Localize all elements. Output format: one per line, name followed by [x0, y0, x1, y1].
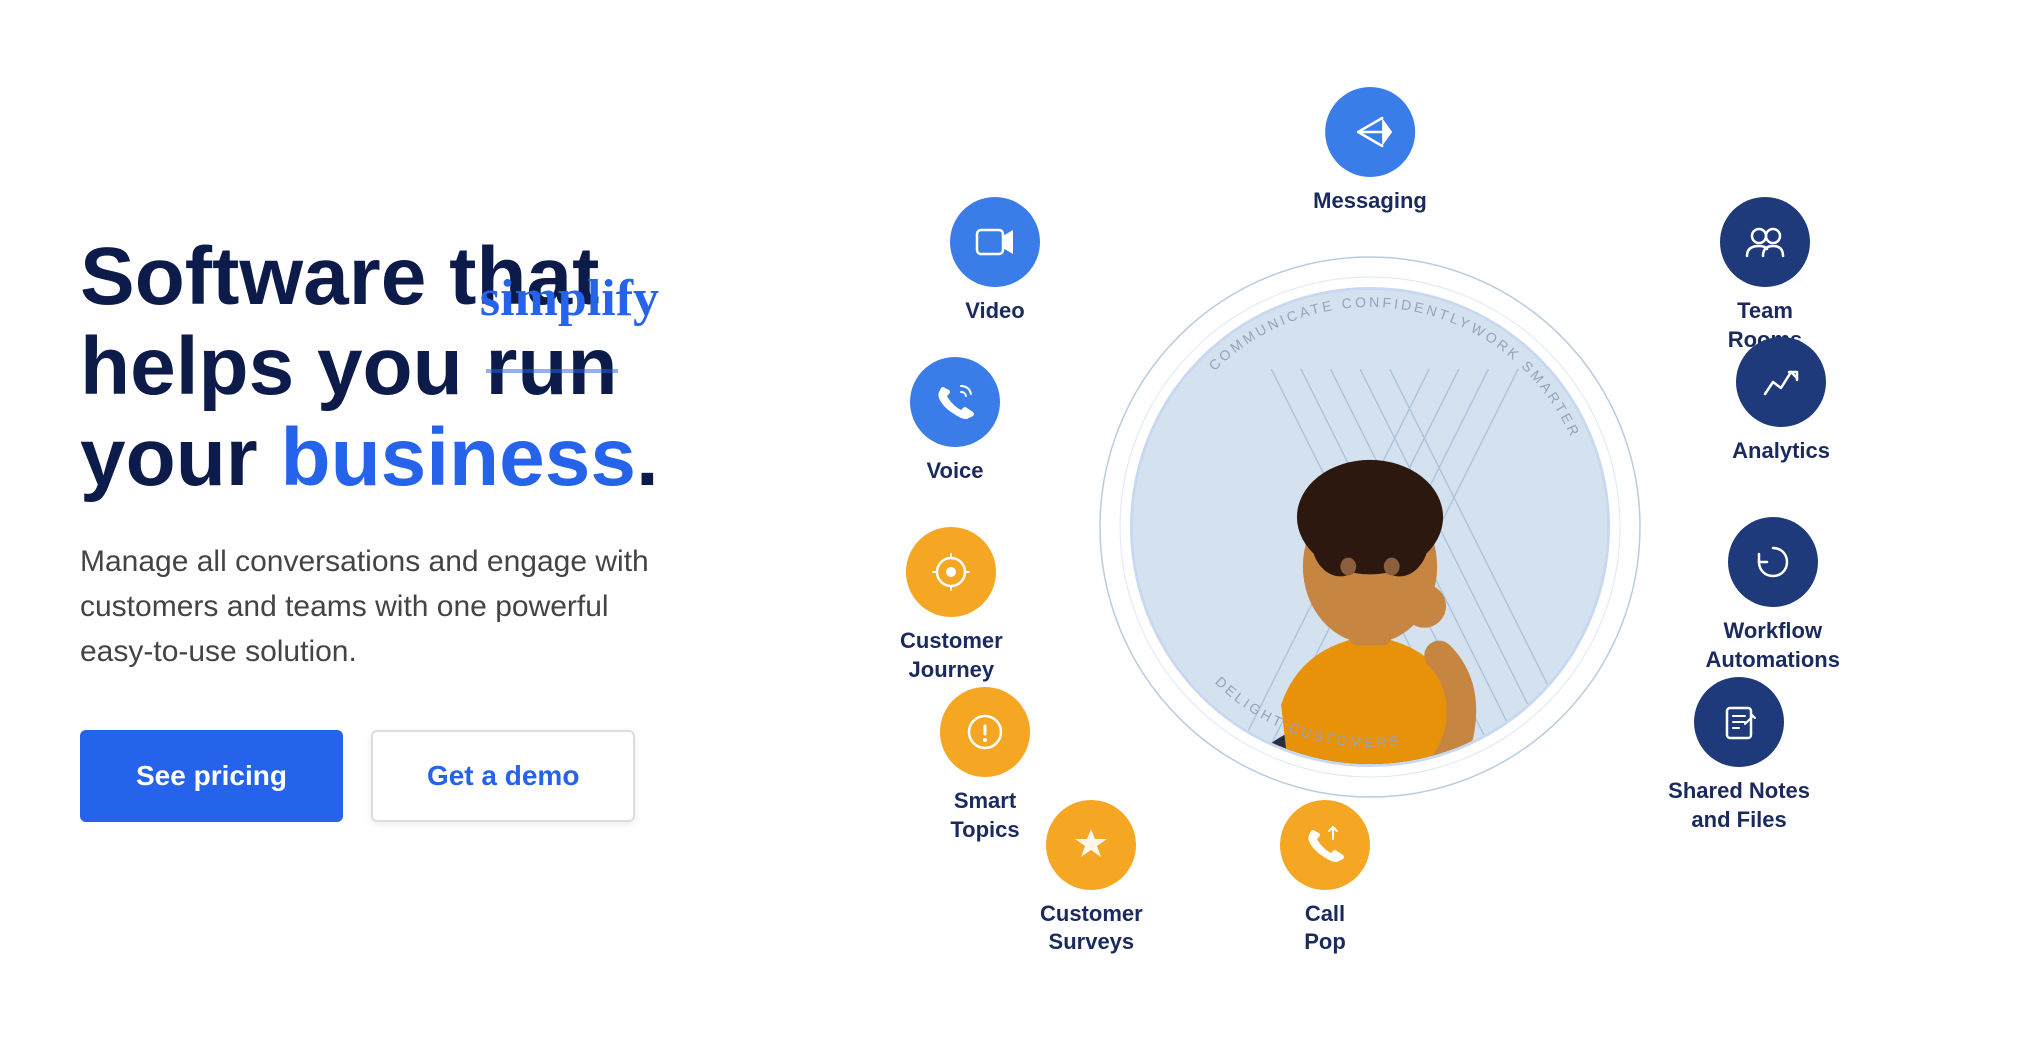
simplify-wrap: runsimplify [486, 322, 618, 412]
teamrooms-icon [1720, 197, 1810, 287]
customerjourney-label: CustomerJourney [900, 627, 1003, 684]
feature-workflow: WorkflowAutomations [1706, 517, 1840, 674]
feature-customersurveys: CustomerSurveys [1040, 800, 1143, 957]
video-label: Video [965, 297, 1025, 326]
callpop-icon [1280, 800, 1370, 890]
headline-line3: your business. [80, 412, 659, 503]
analytics-label: Analytics [1732, 437, 1830, 466]
feature-sharednotes: Shared Notesand Files [1668, 677, 1810, 834]
analytics-icon [1736, 337, 1826, 427]
feature-diagram: COMMUNICATE CONFIDENTLY WORK SMARTER DEL… [780, 0, 1960, 1054]
voice-label: Voice [926, 457, 983, 486]
button-row: See pricing Get a demo [80, 730, 720, 822]
sharednotes-label: Shared Notesand Files [1668, 777, 1810, 834]
feature-analytics: Analytics [1732, 337, 1830, 466]
messaging-label: Messaging [1313, 187, 1427, 216]
run-word: run [486, 322, 618, 412]
subtitle: Manage all conversations and engage with… [80, 539, 720, 674]
customersurveys-icon [1046, 800, 1136, 890]
sharednotes-icon [1694, 677, 1784, 767]
center-person-circle [1130, 287, 1610, 767]
person-image [1133, 290, 1607, 764]
video-icon [950, 197, 1040, 287]
feature-callpop: CallPop [1280, 800, 1370, 957]
customersurveys-label: CustomerSurveys [1040, 900, 1143, 957]
headline: Software that helps you runsimplify your… [80, 232, 720, 503]
callpop-label: CallPop [1304, 900, 1346, 957]
person-svg [1133, 290, 1607, 764]
feature-customerjourney: CustomerJourney [900, 527, 1003, 684]
business-word: business [280, 412, 635, 503]
feature-messaging: Messaging [1313, 87, 1427, 216]
diagram-wrapper: COMMUNICATE CONFIDENTLY WORK SMARTER DEL… [920, 67, 1820, 987]
workflow-icon [1728, 517, 1818, 607]
feature-smarttopics: SmartTopics [940, 687, 1030, 844]
get-demo-button[interactable]: Get a demo [371, 730, 635, 822]
left-content: Software that helps you runsimplify your… [80, 232, 780, 822]
feature-video: Video [950, 197, 1040, 326]
headline-line2: helps you runsimplify [80, 321, 618, 412]
voice-icon [910, 357, 1000, 447]
messaging-icon [1325, 87, 1415, 177]
customerjourney-icon [906, 527, 996, 617]
feature-teamrooms: TeamRooms [1720, 197, 1810, 354]
smarttopics-icon [940, 687, 1030, 777]
workflow-label: WorkflowAutomations [1706, 617, 1840, 674]
simplify-handwritten: simplify [480, 270, 659, 327]
feature-voice: Voice [910, 357, 1000, 486]
see-pricing-button[interactable]: See pricing [80, 730, 343, 822]
smarttopics-label: SmartTopics [950, 787, 1019, 844]
